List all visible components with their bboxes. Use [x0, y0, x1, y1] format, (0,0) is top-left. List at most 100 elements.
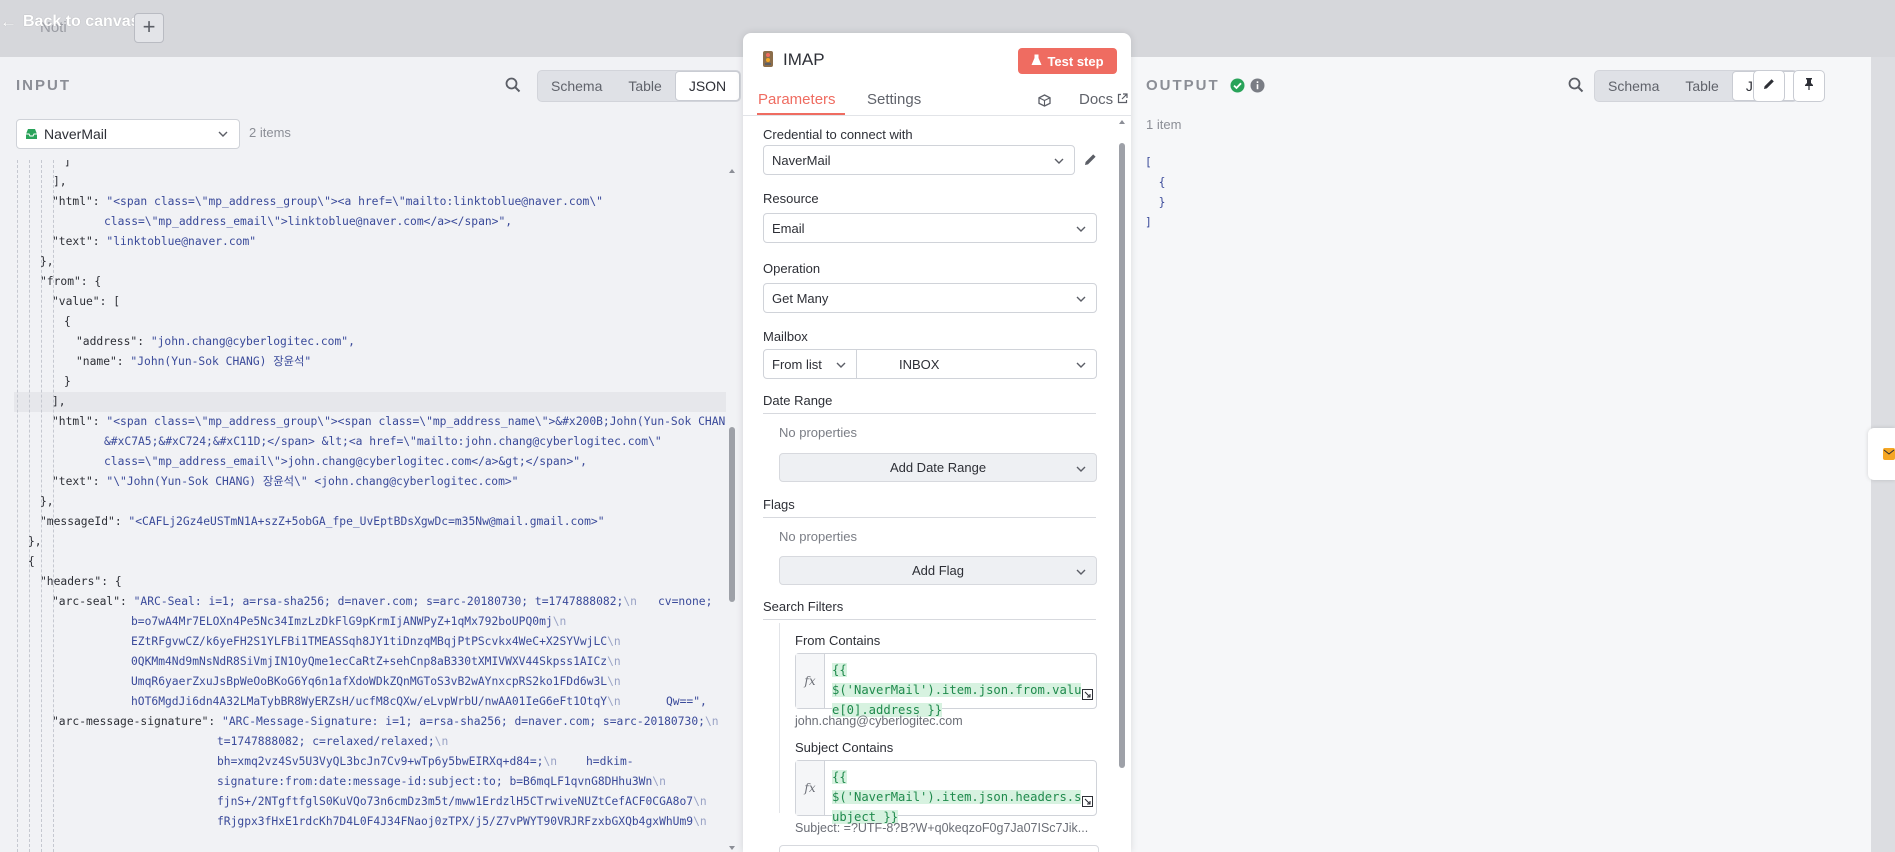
tab-settings[interactable]: Settings: [867, 91, 921, 108]
json-line: &#xC7A5;&#xC724;&#xC11D;</span> &lt;<a h…: [104, 435, 662, 448]
mailbox-mode-select[interactable]: From list: [763, 349, 857, 379]
from-contains-result: john.chang@cyberlogitec.com: [795, 714, 963, 728]
from-contains-code: {{ $('NaverMail').item.json.from.valu e[…: [832, 660, 1102, 720]
json-escape: \n: [607, 695, 621, 708]
mailbox-label: Mailbox: [763, 329, 808, 344]
parameters-scrollbar[interactable]: [1118, 118, 1126, 852]
json-row-highlight: [14, 392, 726, 412]
json-line: "from": {: [40, 275, 102, 288]
json-string: "<span class=\"mp_address_group\"><a hre…: [106, 195, 603, 208]
side-drawer-tab[interactable]: [1868, 428, 1895, 480]
output-view-table[interactable]: Table: [1672, 71, 1731, 101]
json-string: fRjgpx3fHxE1rdcKh7D4L0F4J34FNaoj0zTPX/j5…: [217, 815, 694, 828]
json-string: "linktoblue@naver.com": [106, 235, 257, 248]
operation-select[interactable]: Get Many: [763, 283, 1097, 313]
credential-value: NaverMail: [772, 152, 831, 168]
json-key: "address":: [76, 335, 151, 348]
resource-select[interactable]: Email: [763, 213, 1097, 243]
search-icon[interactable]: [1568, 77, 1584, 98]
chevron-down-icon: [1075, 293, 1087, 308]
chevron-down-icon: [1075, 359, 1087, 374]
json-key: "html":: [52, 415, 107, 428]
json-line: {: [28, 555, 35, 568]
success-check-icon: [1230, 78, 1245, 98]
flask-icon: [1031, 54, 1042, 69]
input-scrollbar[interactable]: [728, 167, 736, 852]
subject-contains-expression[interactable]: fx {{ $('NaverMail').item.json.headers.s…: [795, 760, 1097, 824]
community-node-icon[interactable]: [1038, 94, 1051, 112]
output-panel: OUTPUT Schema Table JSON 1 item [ { } ]: [1121, 57, 1871, 852]
json-line: "arc-seal": "ARC-Seal: i=1; a=rsa-sha256…: [52, 592, 637, 612]
json-escape: \n: [543, 755, 558, 768]
add-flag-button[interactable]: Add Flag: [779, 556, 1097, 585]
expand-icon[interactable]: [1082, 687, 1093, 705]
json-string: hOT6MgdJi6dn4A32LMaTybBR8WyERZsH/ucfM8cQ…: [131, 695, 608, 708]
json-line: [: [1145, 156, 1152, 169]
json-line: hOT6MgdJi6dn4A32LMaTybBR8WyERZsH/ucfM8cQ…: [131, 692, 621, 712]
filters-indent-line: [779, 623, 780, 813]
json-line: },: [40, 495, 54, 508]
credential-label: Credential to connect with: [763, 127, 913, 142]
input-node-select[interactable]: NaverMail: [16, 119, 240, 149]
add-date-range-label: Add Date Range: [889, 460, 987, 475]
info-icon[interactable]: [1250, 78, 1265, 98]
tab-parameters[interactable]: Parameters: [758, 91, 836, 108]
json-line: EZtRFgvwCZ/k6yeFH2S1YLFBi1TMEASSqh8JY1ti…: [131, 632, 621, 652]
json-string: UmqR6yaerZxuJsBpWeOoBKoG6Yq6n1afXdoWDkZQ…: [131, 675, 608, 688]
json-line: ]: [64, 160, 71, 168]
parameter-tabs: Parameters Settings Docs: [743, 85, 1131, 116]
input-scrollbar-thumb[interactable]: [729, 427, 735, 602]
input-view-json[interactable]: JSON: [674, 71, 741, 101]
input-view-switch: Schema Table JSON: [537, 70, 742, 102]
back-to-canvas-button[interactable]: ← Back to canvas: [0, 10, 140, 34]
credential-select[interactable]: NaverMail: [763, 145, 1075, 175]
json-line: class=\"mp_address_email\">linktoblue@na…: [104, 215, 513, 228]
expand-icon[interactable]: [1082, 794, 1093, 812]
json-string: "\"John(Yun-Sok CHANG) 장윤석\" <john.chang…: [106, 475, 519, 488]
json-line: "address": "john.chang@cyberlogitec.com"…: [76, 332, 355, 352]
json-string: "john.chang@cyberlogitec.com",: [150, 335, 355, 348]
json-line: fjnS+/2NTgftfglS0KuVQo73n6cmDz3m5t/mww1E…: [217, 792, 707, 812]
edit-credential-pencil-icon[interactable]: [1083, 152, 1098, 172]
json-line: },: [28, 535, 42, 548]
json-line: b=o7wA4Mr7ELOXn4Pe5Nc34ImzLzDkFlG9pKrmIj…: [131, 612, 566, 632]
input-view-table[interactable]: Table: [615, 71, 674, 101]
back-to-canvas-label: Back to canvas: [23, 13, 140, 30]
json-string: t=1747888082; c=relaxed/relaxed;: [217, 735, 435, 748]
resource-value: Email: [772, 220, 805, 236]
json-line: }: [1145, 196, 1166, 209]
search-filters-section-header: Search Filters: [763, 599, 1096, 620]
json-escape: \n: [552, 615, 567, 628]
edit-output-button[interactable]: [1753, 70, 1785, 102]
json-line: "headers": {: [40, 575, 122, 588]
indent-guide: [17, 160, 19, 852]
parameters-scrollbar-thumb[interactable]: [1119, 143, 1125, 768]
test-step-button[interactable]: Test step: [1018, 48, 1117, 74]
docs-label: Docs: [1079, 91, 1114, 108]
resource-label: Resource: [763, 191, 819, 206]
json-line: "text": "linktoblue@naver.com": [52, 232, 256, 252]
json-key: "text":: [52, 235, 107, 248]
json-line: h=dkim-: [586, 755, 634, 768]
json-line: {: [1145, 176, 1166, 189]
pin-data-button[interactable]: [1793, 70, 1825, 102]
input-view-schema[interactable]: Schema: [538, 71, 615, 101]
add-node-button[interactable]: +: [134, 13, 164, 43]
imap-node-icon: [761, 50, 775, 73]
json-key: "arc-message-signature":: [52, 715, 223, 728]
next-field-partial: [779, 845, 1099, 852]
json-line: "messageId": "<CAFLj2Gz4eUSTmN1A+szZ+5ob…: [40, 512, 605, 532]
operation-value: Get Many: [772, 290, 829, 306]
mailbox-select[interactable]: INBOX: [856, 349, 1097, 379]
output-view-schema[interactable]: Schema: [1595, 71, 1672, 101]
add-date-range-button[interactable]: Add Date Range: [779, 453, 1097, 482]
test-step-label: Test step: [1047, 53, 1104, 69]
search-icon[interactable]: [505, 77, 521, 98]
node-title[interactable]: IMAP: [783, 50, 825, 70]
docs-link[interactable]: Docs: [1079, 91, 1128, 108]
from-contains-expression[interactable]: fx {{ $('NaverMail').item.json.from.valu…: [795, 653, 1097, 717]
json-string: "<CAFLj2Gz4eUSTmN1A+szZ+5obGA_fpe_UvEptB…: [128, 515, 605, 528]
input-items-count: 2 items: [249, 125, 291, 140]
active-tab-indicator: [757, 113, 845, 115]
add-flag-label: Add Flag: [911, 563, 965, 578]
